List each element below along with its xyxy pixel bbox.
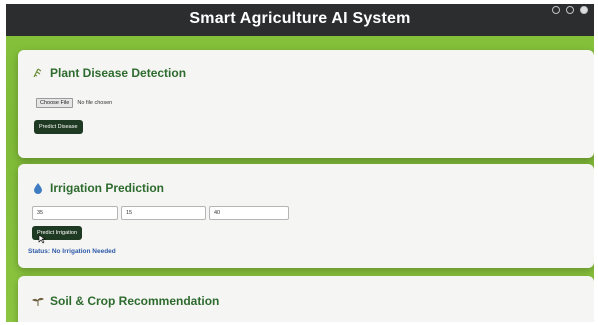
choose-file-button[interactable]: Choose File [36, 98, 74, 108]
irrigation-title-text: Irrigation Prediction [50, 181, 165, 195]
disease-card: Plant Disease Detection Choose File No f… [18, 50, 594, 158]
soil-card-title: Soil & Crop Recommendation [32, 294, 219, 308]
water-drop-icon [34, 183, 42, 194]
irrigation-input-1[interactable]: 35 [32, 206, 118, 220]
soil-card: Soil & Crop Recommendation [18, 276, 594, 322]
disease-title-text: Plant Disease Detection [50, 66, 187, 80]
irrigation-input-2[interactable]: 15 [121, 206, 206, 220]
star-icon[interactable] [552, 6, 560, 14]
predict-disease-button[interactable]: Predict Disease [34, 120, 83, 134]
app-viewport: Smart Agriculture AI System Plant Diseas… [6, 4, 594, 322]
mouse-cursor-icon [38, 234, 46, 244]
irrigation-card: Irrigation Prediction 35 15 40 Predict I… [18, 164, 594, 268]
browser-toolbar [552, 6, 588, 14]
app-header: Smart Agriculture AI System [6, 4, 594, 36]
file-upload: Choose File No file chosen [36, 98, 112, 108]
irrigation-status: Status: No Irrigation Needed [28, 248, 116, 255]
irrigation-card-title: Irrigation Prediction [32, 181, 164, 195]
seedling-icon [32, 297, 44, 306]
file-status-text: No file chosen [77, 100, 113, 106]
disease-card-title: Plant Disease Detection [32, 66, 186, 80]
soil-title-text: Soil & Crop Recommendation [50, 294, 220, 308]
extension-icon[interactable] [566, 6, 574, 14]
leaf-icon [33, 68, 42, 78]
profile-icon[interactable] [580, 6, 588, 14]
irrigation-input-3[interactable]: 40 [209, 206, 289, 220]
app-title: Smart Agriculture AI System [189, 10, 411, 27]
